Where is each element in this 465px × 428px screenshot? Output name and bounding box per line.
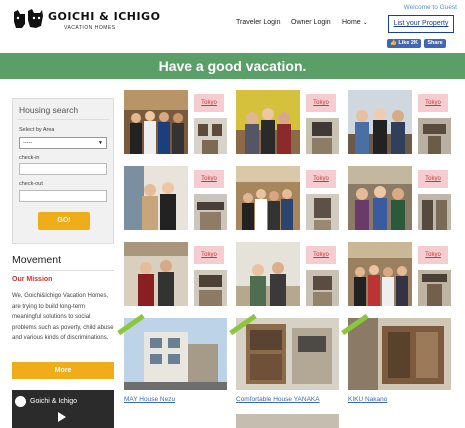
- house-photo: [236, 318, 339, 390]
- mission-heading: Our Mission: [12, 276, 53, 283]
- house-link[interactable]: MAY House Nezu: [124, 396, 175, 403]
- guest-photo: [124, 90, 188, 154]
- house-thumbnail[interactable]: [236, 414, 339, 428]
- more-button[interactable]: More: [12, 362, 114, 379]
- welcome-text: Welcome to Guest: [403, 4, 457, 11]
- area-tag-tokyo[interactable]: Tokyo: [418, 170, 448, 188]
- house-thumbnail: [306, 194, 339, 230]
- house-thumbnail: [306, 270, 339, 306]
- guest-photo: [236, 90, 300, 154]
- area-select-value: -----: [23, 140, 33, 146]
- divider: [17, 119, 109, 120]
- gallery-card[interactable]: Tokyo: [124, 242, 227, 306]
- housing-search-panel: Housing search Select by Area ----- ▼ ch…: [12, 98, 114, 244]
- guest-photo: [236, 242, 300, 306]
- guest-photo: [348, 166, 412, 230]
- area-tag-tokyo[interactable]: Tokyo: [194, 94, 224, 112]
- guest-photo: [124, 166, 188, 230]
- house-link[interactable]: KIKU Nakano: [348, 396, 387, 403]
- logo-title: GOICHI & ICHIGO: [48, 10, 161, 23]
- house-photo: [124, 318, 227, 390]
- divider: [12, 270, 114, 271]
- checkin-input[interactable]: [19, 163, 107, 175]
- area-tag-tokyo[interactable]: Tokyo: [418, 94, 448, 112]
- guest-photo: [348, 242, 412, 306]
- house-card[interactable]: KIKU Nakano: [341, 313, 451, 428]
- mission-text: We, Goichi&Ichigo Vacation Homes, are tr…: [12, 293, 114, 341]
- house-thumbnail: [418, 270, 451, 306]
- video-title: Goichi & Ichigo: [30, 398, 78, 405]
- area-tag-tokyo[interactable]: Tokyo: [306, 170, 336, 188]
- house-thumbnail: [194, 194, 227, 230]
- movement-heading: Movement: [12, 254, 62, 266]
- nav-home-label: Home: [342, 19, 361, 26]
- house-photo: [348, 318, 451, 390]
- area-tag-tokyo[interactable]: Tokyo: [418, 246, 448, 264]
- video-embed[interactable]: Goichi & Ichigo: [12, 390, 114, 428]
- caret-down-icon: ▼: [98, 140, 103, 146]
- thumbs-up-icon: 👍: [390, 40, 397, 46]
- nav-home[interactable]: Home ⌄: [342, 19, 368, 26]
- gallery-card[interactable]: Tokyo: [348, 242, 451, 306]
- gallery-card[interactable]: Tokyo: [124, 90, 227, 154]
- area-select[interactable]: ----- ▼: [19, 137, 107, 149]
- site-logo[interactable]: GOICHI & ICHIGO VACATION HOMES: [12, 8, 160, 36]
- list-property-button[interactable]: List your Property: [388, 15, 454, 33]
- area-label: Select by Area: [19, 127, 55, 133]
- gallery-card[interactable]: Tokyo: [236, 242, 339, 306]
- nav-traveler-login[interactable]: Traveler Login: [236, 19, 281, 26]
- facebook-like-button[interactable]: 👍 Like 2K: [387, 39, 421, 48]
- guest-photo: [348, 90, 412, 154]
- checkout-input[interactable]: [19, 190, 107, 202]
- guest-photo: [236, 166, 300, 230]
- channel-avatar: [15, 396, 26, 407]
- checkout-label: check-out: [19, 181, 43, 187]
- chevron-down-icon: ⌄: [362, 20, 368, 26]
- gallery-card[interactable]: Tokyo: [348, 166, 451, 230]
- gallery-card[interactable]: Tokyo: [124, 166, 227, 230]
- gallery-card[interactable]: Tokyo: [236, 166, 339, 230]
- area-tag-tokyo[interactable]: Tokyo: [306, 246, 336, 264]
- search-go-button[interactable]: GO!: [38, 212, 90, 230]
- gallery-card[interactable]: Tokyo: [348, 90, 451, 154]
- site-header: GOICHI & ICHIGO VACATION HOMES Welcome t…: [0, 0, 465, 50]
- facebook-share-button[interactable]: Share: [424, 39, 446, 48]
- play-icon[interactable]: [58, 412, 66, 422]
- dogs-logo-icon: [14, 9, 43, 28]
- logo-subtitle: VACATION HOMES: [64, 25, 116, 31]
- checkin-label: check-in: [19, 155, 40, 161]
- house-link[interactable]: Comfortable House YANAKA: [236, 396, 320, 403]
- house-thumbnail: [194, 118, 227, 154]
- nav-owner-login[interactable]: Owner Login: [291, 19, 331, 26]
- house-thumbnail: [418, 118, 451, 154]
- house-thumbnail: [306, 118, 339, 154]
- guest-photo: [124, 242, 188, 306]
- house-card[interactable]: MAY House Nezu: [117, 313, 227, 428]
- area-tag-tokyo[interactable]: Tokyo: [194, 246, 224, 264]
- area-tag-tokyo[interactable]: Tokyo: [306, 94, 336, 112]
- hero-banner: Have a good vacation.: [0, 53, 465, 79]
- facebook-like-label: Like 2K: [398, 40, 418, 46]
- house-card[interactable]: Comfortable House YANAKA: [229, 313, 339, 428]
- house-thumbnail: [418, 194, 451, 230]
- gallery-card[interactable]: Tokyo: [236, 90, 339, 154]
- area-tag-tokyo[interactable]: Tokyo: [194, 170, 224, 188]
- house-thumbnail: [194, 270, 227, 306]
- search-title: Housing search: [19, 105, 79, 115]
